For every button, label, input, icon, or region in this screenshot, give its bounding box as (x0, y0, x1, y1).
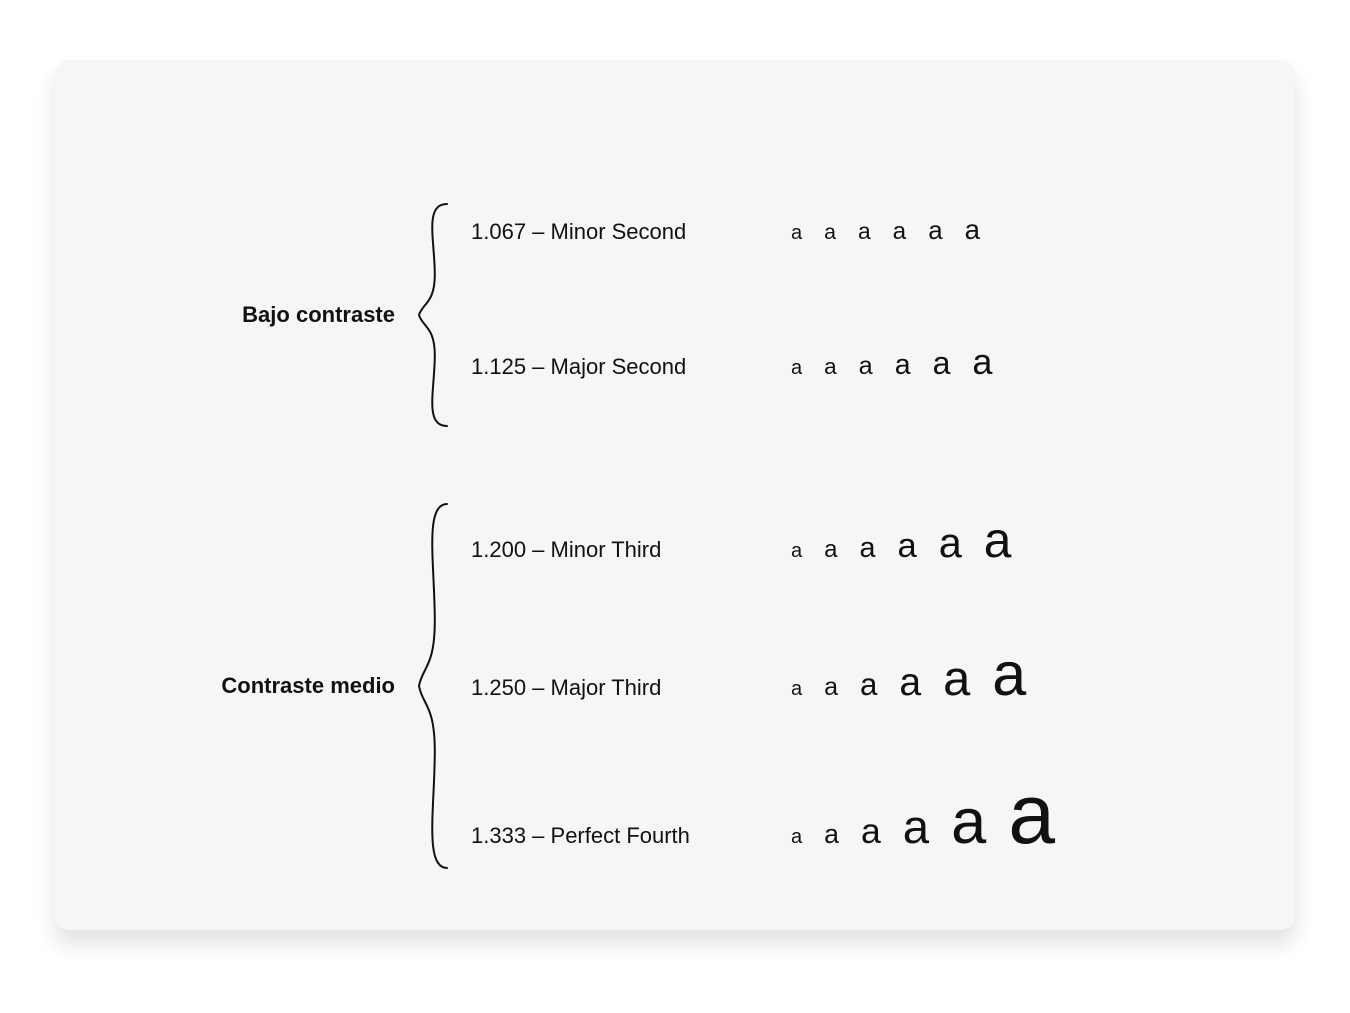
glyph-sample: a (992, 644, 1026, 705)
glyph-sample: a (928, 219, 942, 245)
glyph-sample: a (903, 804, 929, 851)
glyph-sample: a (893, 220, 907, 244)
glyph-sample: a (898, 529, 917, 564)
scale-label: 1.333 – Perfect Fourth (471, 823, 791, 849)
scale-row: 1.125 – Major Secondaaaaaa (471, 328, 1235, 430)
glyph-sample: a (791, 223, 802, 243)
brace-icon (415, 200, 451, 430)
scale-row: 1.250 – Major Thirdaaaaaa (471, 628, 1235, 730)
scale-samples: aaaaaa (791, 216, 980, 245)
glyph-sample: a (939, 522, 962, 563)
glyph-sample: a (899, 663, 921, 702)
scale-samples: aaaaaa (791, 516, 1011, 566)
glyph-sample: a (791, 679, 802, 699)
scale-samples: aaaaaa (791, 344, 992, 380)
diagram-card: Bajo contraste 1.067 – Minor Secondaaaaa… (55, 60, 1295, 930)
glyph-sample: a (861, 814, 881, 850)
glyph-sample: a (791, 827, 802, 847)
scale-rows: 1.067 – Minor Secondaaaaaa1.125 – Major … (471, 200, 1235, 430)
glyph-sample: a (859, 354, 873, 379)
scale-group-medium-contrast: Contraste medio 1.200 – Minor Thirdaaaaa… (115, 500, 1235, 872)
glyph-sample: a (824, 821, 839, 848)
glyph-sample: a (791, 358, 802, 378)
scale-group-low-contrast: Bajo contraste 1.067 – Minor Secondaaaaa… (115, 200, 1235, 430)
glyph-sample: a (951, 791, 986, 854)
glyph-sample: a (824, 356, 837, 379)
glyph-sample: a (895, 351, 911, 379)
glyph-sample: a (984, 516, 1012, 566)
glyph-sample: a (824, 222, 836, 243)
glyph-sample: a (972, 344, 992, 380)
scale-samples: aaaaaa (791, 644, 1026, 705)
scale-label: 1.125 – Major Second (471, 354, 791, 380)
glyph-sample: a (859, 534, 875, 563)
glyph-sample: a (933, 347, 951, 379)
scale-row: 1.200 – Minor Thirdaaaaaa (471, 500, 1235, 602)
brace-icon (415, 500, 451, 872)
glyph-sample: a (860, 669, 877, 700)
scale-label: 1.200 – Minor Third (471, 537, 791, 563)
glyph-sample: a (791, 541, 802, 561)
group-title: Contraste medio (195, 673, 395, 699)
scale-rows: 1.200 – Minor Thirdaaaaaa1.250 – Major T… (471, 500, 1235, 872)
glyph-sample: a (1008, 772, 1055, 856)
stage: Bajo contraste 1.067 – Minor Secondaaaaa… (0, 0, 1350, 1013)
group-title: Bajo contraste (195, 302, 395, 328)
scale-label: 1.067 – Minor Second (471, 219, 791, 245)
scale-label: 1.250 – Major Third (471, 675, 791, 701)
glyph-sample: a (943, 655, 970, 704)
scale-row: 1.067 – Minor Secondaaaaaa (471, 200, 1235, 302)
scale-row: 1.333 – Perfect Fourthaaaaaa (471, 756, 1235, 872)
scale-samples: aaaaaa (791, 772, 1055, 856)
glyph-sample: a (858, 220, 871, 243)
glyph-sample: a (824, 675, 838, 700)
glyph-sample: a (824, 538, 837, 562)
glyph-sample: a (965, 216, 980, 244)
